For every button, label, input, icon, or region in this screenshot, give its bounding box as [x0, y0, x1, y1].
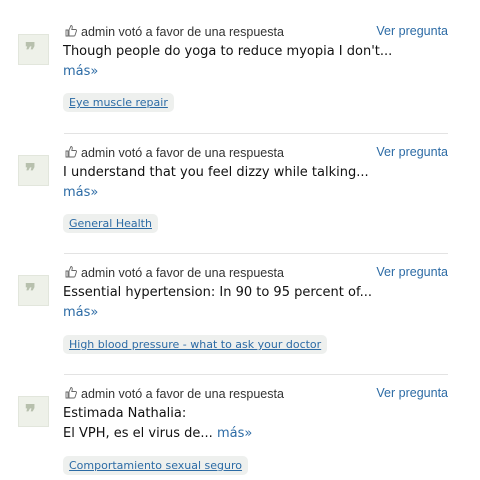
- thumbs-up-icon: [65, 25, 78, 37]
- user-avatar-icon[interactable]: ❞: [18, 396, 49, 427]
- thumbs-up-icon: [65, 146, 78, 158]
- activity-item: ❞ admin votó a favor de una respuesta Ve…: [16, 382, 448, 480]
- separator: [64, 253, 448, 254]
- more-link[interactable]: más»: [63, 303, 453, 323]
- more-link[interactable]: más»: [63, 183, 453, 203]
- excerpt-text: Essential hypertension: In 90 to 95 perc…: [63, 285, 373, 300]
- topic-tag[interactable]: General Health: [63, 214, 158, 233]
- view-question-link[interactable]: Ver pregunta: [376, 24, 448, 38]
- activity-meta: admin votó a favor de una respuesta: [64, 145, 284, 160]
- answer-excerpt: Though people do yoga to reduce myopia I…: [63, 42, 453, 82]
- activity-meta: admin votó a favor de una respuesta: [64, 265, 284, 280]
- activity-meta: admin votó a favor de una respuesta: [64, 24, 284, 39]
- thumbs-up-icon: [65, 387, 78, 399]
- topic-tag[interactable]: Comportamiento sexual seguro: [63, 456, 249, 475]
- answer-excerpt: Estimada Nathalia: El VPH, es el virus d…: [63, 404, 453, 444]
- answer-excerpt: Essential hypertension: In 90 to 95 perc…: [63, 283, 453, 323]
- thumbs-up-icon: [65, 266, 78, 278]
- view-question-link[interactable]: Ver pregunta: [376, 386, 448, 400]
- topic-tag[interactable]: Eye muscle repair: [63, 93, 174, 112]
- more-link[interactable]: más»: [217, 426, 252, 441]
- user-avatar-icon[interactable]: ❞: [18, 275, 49, 306]
- activity-meta-text: admin votó a favor de una respuesta: [81, 387, 284, 401]
- answer-excerpt: I understand that you feel dizzy while t…: [63, 163, 453, 203]
- separator: [64, 133, 448, 134]
- activity-item: ❞ admin votó a favor de una respuesta Ve…: [16, 141, 448, 241]
- excerpt-text: I understand that you feel dizzy while t…: [63, 165, 369, 180]
- separator: [64, 374, 448, 375]
- activity-item: ❞ admin votó a favor de una respuesta Ve…: [16, 20, 448, 120]
- activity-meta-text: admin votó a favor de una respuesta: [81, 266, 284, 280]
- view-question-link[interactable]: Ver pregunta: [376, 145, 448, 159]
- user-avatar-icon[interactable]: ❞: [18, 155, 49, 186]
- more-link[interactable]: más»: [63, 62, 453, 82]
- user-avatar-icon[interactable]: ❞: [18, 34, 49, 65]
- activity-item: ❞ admin votó a favor de una respuesta Ve…: [16, 261, 448, 361]
- activity-meta-text: admin votó a favor de una respuesta: [81, 146, 284, 160]
- topic-tag[interactable]: High blood pressure - what to ask your d…: [63, 335, 328, 354]
- excerpt-text: Though people do yoga to reduce myopia I…: [63, 44, 393, 59]
- activity-meta-text: admin votó a favor de una respuesta: [81, 25, 284, 39]
- view-question-link[interactable]: Ver pregunta: [376, 265, 448, 279]
- excerpt-line: El VPH, es el virus de...: [63, 426, 213, 441]
- excerpt-line: Estimada Nathalia:: [63, 406, 187, 421]
- activity-meta: admin votó a favor de una respuesta: [64, 386, 284, 401]
